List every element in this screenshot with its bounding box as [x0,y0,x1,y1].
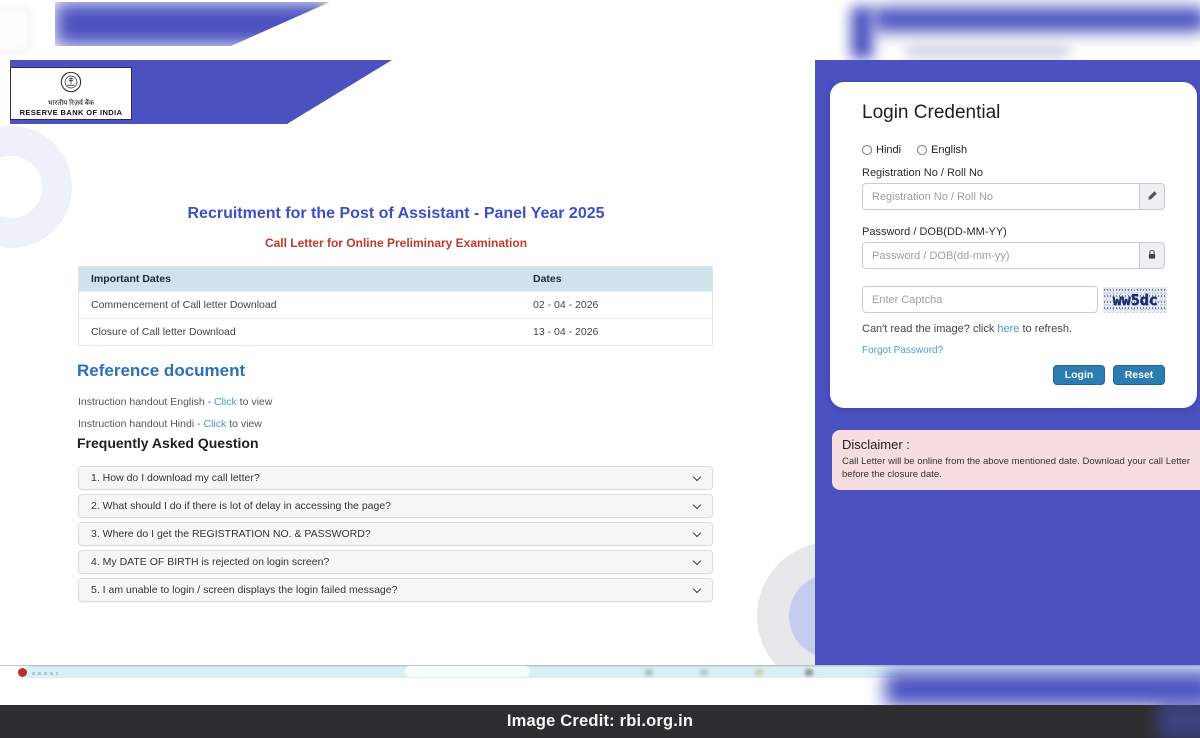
captcha-refresh-line: Can't read the image? click here to refr… [862,323,1072,335]
radio-hindi-input[interactable] [862,145,872,155]
table-header-dates: Dates [531,273,712,285]
login-card: Login Credential Hindi English Registrat… [830,82,1197,408]
taskbar-icon-smudge [645,669,653,676]
table-cell-date: 02 - 04 - 2026 [531,299,712,311]
registration-input[interactable] [862,183,1139,210]
table-header-row: Important Dates Dates [79,267,712,291]
disclaimer-heading: Disclaimer : [842,437,1190,452]
important-dates-table: Important Dates Dates Commencement of Ca… [78,266,713,346]
browser-icon [18,668,27,677]
faq-item-1[interactable]: 1. How do I download my call letter? [78,466,713,490]
image-credit-text: Image Credit: rbi.org.in [507,712,693,731]
faq-question: 4. My DATE OF BIRTH is rejected on login… [91,556,329,568]
taskbar-icon-smudge [700,669,708,676]
pencil-icon [1147,188,1158,206]
disclaimer-box: Disclaimer : Call Letter will be online … [832,430,1200,490]
blurred-banner-shape [55,2,330,46]
chevron-down-icon [693,584,701,592]
blurred-text-smudge [905,46,1070,57]
page: भारतीय रिज़र्व बैंक RESERVE BANK OF INDI… [0,0,1200,738]
instruction-handout-hindi: Instruction handout Hindi - Click to vie… [78,418,262,430]
table-cell-date: 13 - 04 - 2026 [531,326,712,338]
faq-question: 5. I am unable to login / screen display… [91,584,397,596]
click-to-view-link[interactable]: Click [214,396,237,408]
table-header-important-dates: Important Dates [79,273,531,285]
radio-english-label: English [931,144,967,156]
password-input[interactable] [862,242,1139,269]
registration-input-group [862,183,1165,210]
reference-document-heading: Reference document [77,361,245,381]
chevron-down-icon [693,472,701,480]
instruction-suffix: to view [226,418,262,430]
forgot-password-link[interactable]: Forgot Password? [862,345,943,356]
password-label: Password / DOB(DD-MM-YY) [862,226,1007,238]
faq-item-4[interactable]: 4. My DATE OF BIRTH is rejected on login… [78,550,713,574]
captcha-image: ww5dc [1103,287,1167,313]
faq-item-2[interactable]: 2. What should I do if there is lot of d… [78,494,713,518]
blurred-corner-shape [885,672,1200,706]
login-panel: Login Credential Hindi English Registrat… [815,60,1200,666]
refresh-prefix: Can't read the image? click [862,323,997,335]
taskbar-highlight [405,666,530,677]
login-button[interactable]: Login [1053,365,1105,385]
table-row: Closure of Call letter Download 13 - 04 … [79,318,712,345]
blurred-panel-bar [872,7,1200,32]
radio-hindi-label: Hindi [876,144,901,156]
disclaimer-body: Call Letter will be online from the abov… [842,456,1190,482]
table-cell-label: Commencement of Call letter Download [79,299,531,311]
chevron-down-icon [693,556,701,564]
main-screenshot: भारतीय रिज़र्व बैंक RESERVE BANK OF INDI… [0,60,1200,666]
faq-question: 3. Where do I get the REGISTRATION NO. &… [91,528,371,540]
faq-heading: Frequently Asked Question [77,435,259,451]
page-title: Recruitment for the Post of Assistant - … [0,205,792,223]
table-cell-label: Closure of Call letter Download [79,326,531,338]
logo-hindi-text: भारतीय रिज़र्व बैंक [48,99,95,108]
instruction-prefix: Instruction handout English - [78,396,214,408]
rbi-logo: भारतीय रिज़र्व बैंक RESERVE BANK OF INDI… [10,67,132,120]
login-card-title: Login Credential [862,102,1000,124]
blurred-panel-edge [851,7,873,59]
image-credit-bar: Image Credit: rbi.org.in [0,705,1200,738]
taskbar-icon-smudge [755,669,763,676]
registration-label: Registration No / Roll No [862,167,983,179]
edit-icon-button[interactable] [1139,183,1165,210]
refresh-here-link[interactable]: here [997,323,1019,335]
login-buttons: Login Reset [1053,365,1165,385]
captcha-input[interactable] [862,286,1098,313]
logo-english-text: RESERVE BANK OF INDIA [20,108,123,117]
password-input-group [862,242,1165,269]
rbi-seal-icon [60,71,82,98]
radio-english-input[interactable] [917,145,927,155]
instruction-prefix: Instruction handout Hindi - [78,418,204,430]
instruction-handout-english: Instruction handout English - Click to v… [78,396,272,408]
reset-button[interactable]: Reset [1113,365,1165,385]
taskbar-dots [32,672,58,675]
faq-question: 2. What should I do if there is lot of d… [91,500,391,512]
lock-icon-button[interactable] [1139,242,1165,269]
blurred-card-corner [0,8,30,52]
blurred-bar-corner [1158,700,1200,738]
faq-item-5[interactable]: 5. I am unable to login / screen display… [78,578,713,602]
ring-decoration [0,126,72,248]
page-subtitle: Call Letter for Online Preliminary Exami… [0,236,792,250]
click-to-view-link[interactable]: Click [204,418,227,430]
faq-item-3[interactable]: 3. Where do I get the REGISTRATION NO. &… [78,522,713,546]
instruction-suffix: to view [237,396,273,408]
faq-question: 1. How do I download my call letter? [91,472,260,484]
captcha-row: ww5dc [862,286,1167,313]
language-radio-group: Hindi English [862,144,967,156]
lock-icon [1147,247,1157,265]
refresh-suffix: to refresh. [1019,323,1072,335]
faq-accordion: 1. How do I download my call letter? 2. … [78,466,713,606]
chevron-down-icon [693,528,701,536]
taskbar-icon-smudge [805,669,813,676]
radio-hindi[interactable]: Hindi [862,144,901,156]
radio-english[interactable]: English [917,144,967,156]
table-row: Commencement of Call letter Download 02 … [79,291,712,318]
chevron-down-icon [693,500,701,508]
